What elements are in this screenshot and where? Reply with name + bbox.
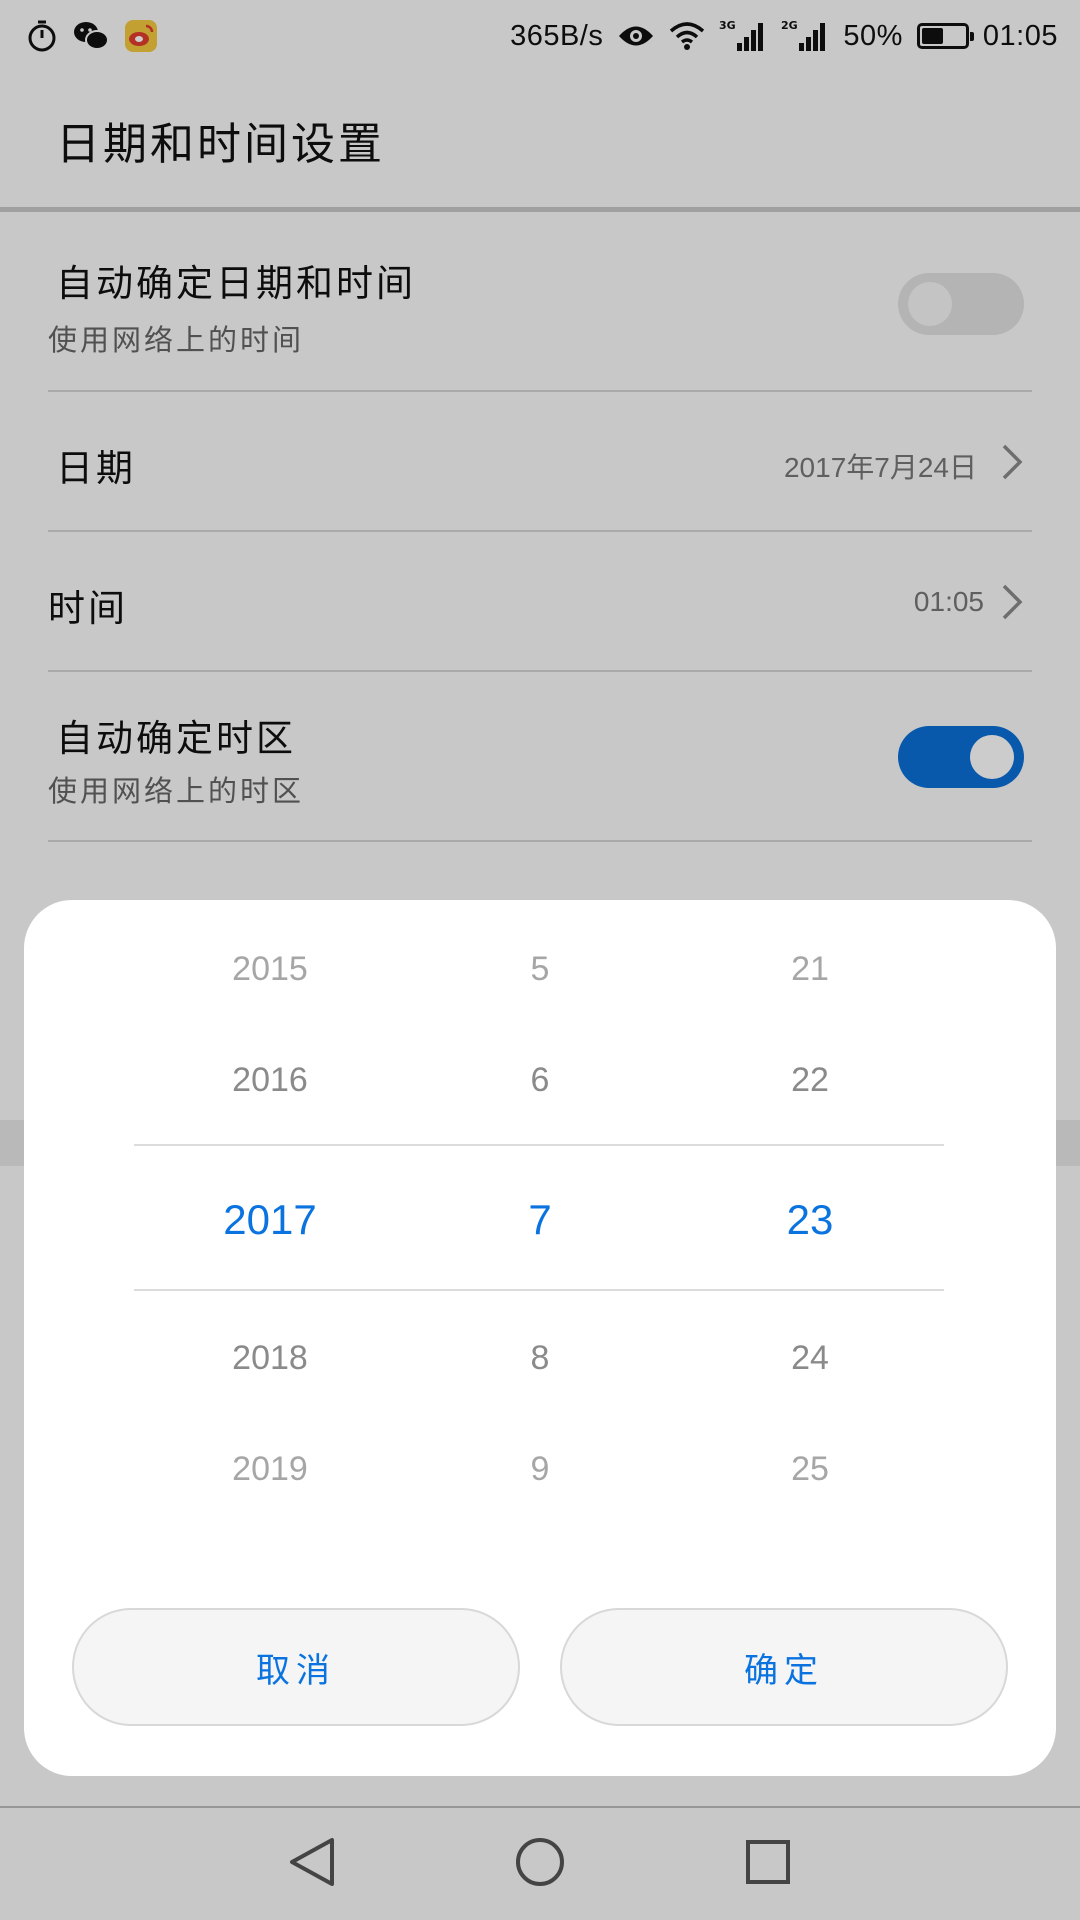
confirm-button[interactable]: 确定 [560,1608,1008,1726]
cancel-button[interactable]: 取消 [72,1608,520,1726]
year-option[interactable]: 2015 [140,950,400,989]
month-wheel[interactable]: 5 6 7 8 9 [410,900,670,1540]
year-option[interactable]: 2016 [140,1061,400,1100]
year-option[interactable]: 2018 [140,1339,400,1378]
month-option[interactable]: 6 [410,1061,670,1100]
month-option[interactable]: 5 [410,950,670,989]
year-option[interactable]: 2019 [140,1450,400,1489]
year-selected[interactable]: 2017 [140,1196,400,1244]
day-option[interactable]: 21 [680,950,940,989]
day-option[interactable]: 25 [680,1450,940,1489]
year-wheel[interactable]: 2015 2016 2017 2018 2019 [140,900,400,1540]
date-picker: 2015 2016 2017 2018 2019 5 6 7 8 9 21 22… [24,900,1056,1540]
month-option[interactable]: 9 [410,1450,670,1489]
day-wheel[interactable]: 21 22 23 24 25 [680,900,940,1540]
date-picker-dialog: 2015 2016 2017 2018 2019 5 6 7 8 9 21 22… [24,900,1056,1776]
day-option[interactable]: 22 [680,1061,940,1100]
day-selected[interactable]: 23 [680,1196,940,1244]
month-option[interactable]: 8 [410,1339,670,1378]
month-selected[interactable]: 7 [410,1196,670,1244]
day-option[interactable]: 24 [680,1339,940,1378]
